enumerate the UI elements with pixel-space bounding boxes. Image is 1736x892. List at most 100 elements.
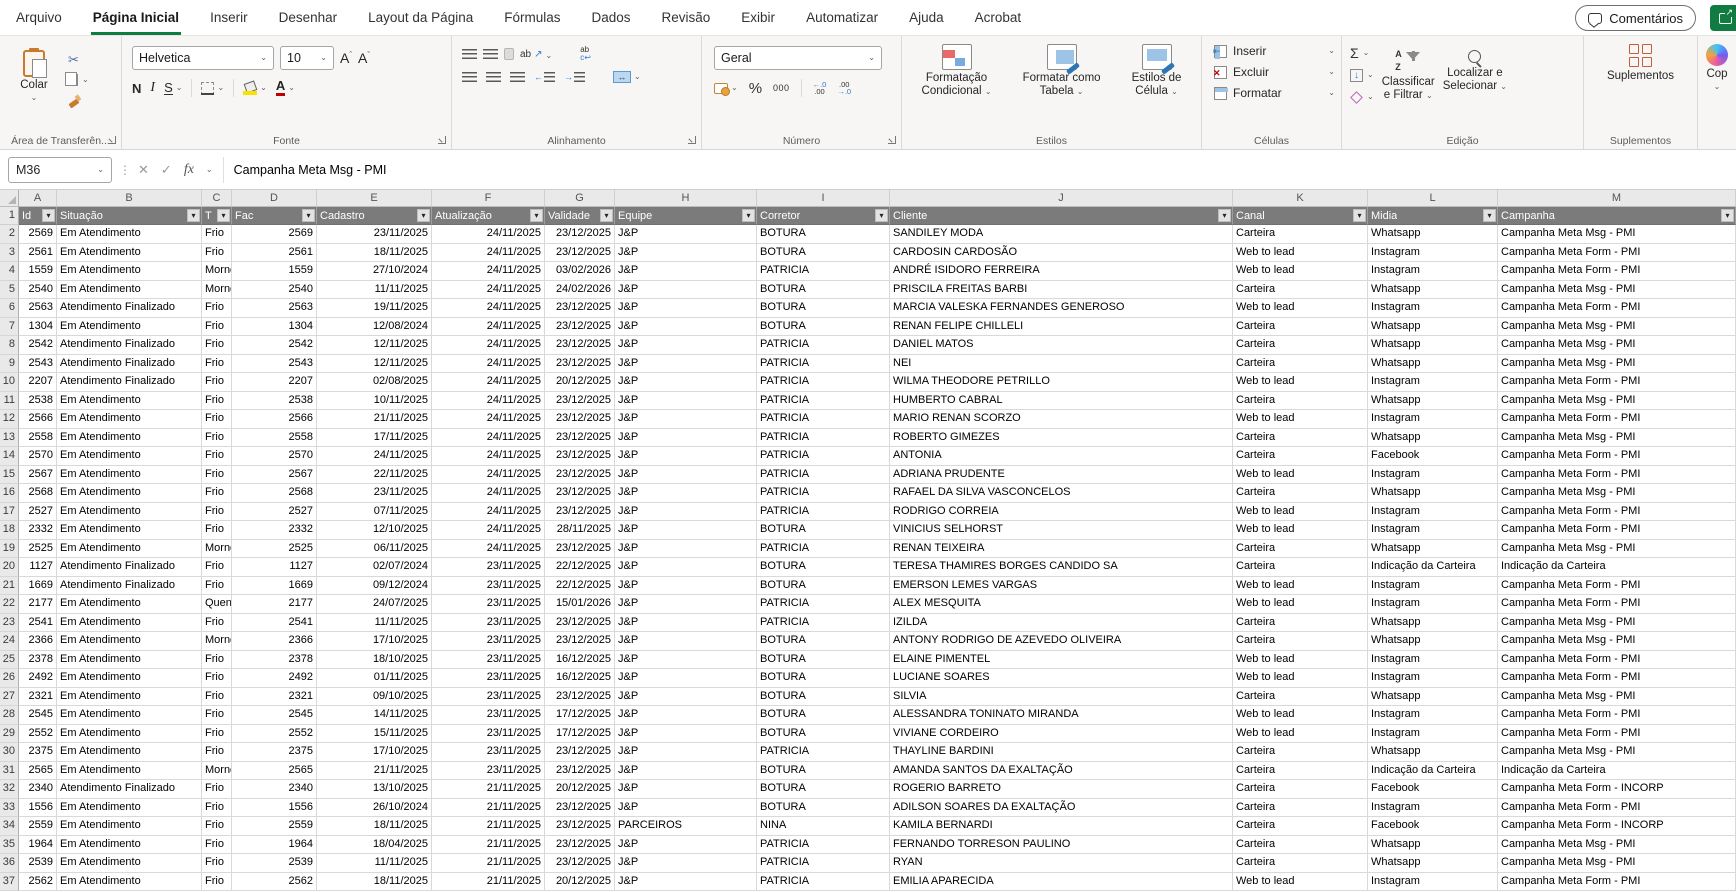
cell[interactable]: Campanha Meta Msg - PMI bbox=[1498, 280, 1736, 299]
cell[interactable]: Campanha Meta Msg - PMI bbox=[1498, 613, 1736, 632]
cell[interactable]: Em Atendimento bbox=[57, 447, 202, 466]
cell[interactable]: 23/11/2025 bbox=[432, 576, 545, 595]
cell[interactable]: 06/11/2025 bbox=[317, 539, 432, 558]
row-number[interactable]: 9 bbox=[0, 354, 19, 373]
cell[interactable]: 24/11/2025 bbox=[432, 354, 545, 373]
cell[interactable]: Atendimento Finalizado bbox=[57, 780, 202, 799]
cell[interactable]: 22/11/2025 bbox=[317, 465, 432, 484]
cell[interactable]: PATRICIA bbox=[757, 410, 890, 429]
comments-button[interactable]: Comentários bbox=[1575, 5, 1696, 31]
row-number[interactable]: 30 bbox=[0, 743, 19, 762]
cell[interactable]: Whatsapp bbox=[1368, 632, 1498, 651]
increase-font-size-button[interactable]: Aˆ bbox=[340, 50, 352, 66]
cell[interactable]: Instagram bbox=[1368, 872, 1498, 891]
cell[interactable]: Atendimento Finalizado bbox=[57, 558, 202, 577]
header-cell[interactable]: Validade ▾ bbox=[545, 207, 615, 225]
cell[interactable]: BOTURA bbox=[757, 798, 890, 817]
cell[interactable]: 12/11/2025 bbox=[317, 354, 432, 373]
cell[interactable]: PATRICIA bbox=[757, 502, 890, 521]
cell[interactable]: 10/11/2025 bbox=[317, 391, 432, 410]
cell[interactable]: J&P bbox=[615, 280, 757, 299]
copilot-button[interactable]: Cop ⌄ bbox=[1698, 36, 1736, 91]
tab-dados[interactable]: Dados bbox=[589, 0, 632, 35]
cell[interactable]: TERESA THAMIRES BORGES CANDIDO SA bbox=[890, 558, 1233, 577]
filter-dropdown-button[interactable]: ▾ bbox=[417, 209, 430, 222]
cell[interactable]: 21/11/2025 bbox=[432, 872, 545, 891]
cell[interactable]: 2569 bbox=[19, 225, 57, 244]
cell[interactable]: Web to lead bbox=[1233, 373, 1368, 392]
cell[interactable]: ADILSON SOARES DA EXALTAÇÃO bbox=[890, 798, 1233, 817]
cell[interactable]: 2525 bbox=[232, 539, 317, 558]
cell[interactable]: 23/12/2025 bbox=[545, 743, 615, 762]
cell[interactable]: 18/10/2025 bbox=[317, 650, 432, 669]
cell[interactable]: 23/11/2025 bbox=[432, 669, 545, 688]
cell[interactable]: BOTURA bbox=[757, 558, 890, 577]
cell[interactable]: Campanha Meta Msg - PMI bbox=[1498, 225, 1736, 244]
row-number[interactable]: 21 bbox=[0, 576, 19, 595]
cell[interactable]: Em Atendimento bbox=[57, 225, 202, 244]
cell[interactable]: 1964 bbox=[19, 835, 57, 854]
cell[interactable]: Quente bbox=[202, 595, 232, 614]
fill-color-button[interactable]: ⌄ bbox=[243, 82, 267, 95]
cell[interactable]: Carteira bbox=[1233, 391, 1368, 410]
cell[interactable]: Frio bbox=[202, 317, 232, 336]
cell[interactable]: 2366 bbox=[232, 632, 317, 651]
cell[interactable]: 24/11/2025 bbox=[432, 280, 545, 299]
cell[interactable]: 26/10/2024 bbox=[317, 798, 432, 817]
cell[interactable]: Frio bbox=[202, 817, 232, 836]
confirm-entry-button[interactable]: ✓ bbox=[161, 162, 172, 178]
cell[interactable]: 17/10/2025 bbox=[317, 632, 432, 651]
cell[interactable]: Campanha Meta Form - PMI bbox=[1498, 502, 1736, 521]
cell[interactable]: 23/12/2025 bbox=[545, 613, 615, 632]
cell[interactable]: 01/11/2025 bbox=[317, 669, 432, 688]
cell[interactable]: 24/02/2026 bbox=[545, 280, 615, 299]
cell[interactable]: J&P bbox=[615, 854, 757, 873]
cell[interactable]: 23/11/2025 bbox=[432, 743, 545, 762]
cell[interactable]: 12/10/2025 bbox=[317, 521, 432, 540]
cell[interactable]: PATRICIA bbox=[757, 354, 890, 373]
cell[interactable]: 1304 bbox=[232, 317, 317, 336]
cell[interactable]: 1559 bbox=[232, 262, 317, 281]
cell[interactable]: J&P bbox=[615, 798, 757, 817]
cell[interactable]: BOTURA bbox=[757, 650, 890, 669]
cell[interactable]: 20/12/2025 bbox=[545, 373, 615, 392]
cell[interactable]: Campanha Meta Msg - PMI bbox=[1498, 687, 1736, 706]
tab-revisao[interactable]: Revisão bbox=[660, 0, 713, 35]
cell[interactable]: 2552 bbox=[232, 724, 317, 743]
cell[interactable]: Em Atendimento bbox=[57, 391, 202, 410]
cell[interactable]: RYAN bbox=[890, 854, 1233, 873]
cell[interactable]: 2566 bbox=[19, 410, 57, 429]
cell[interactable]: NINA bbox=[757, 817, 890, 836]
cell[interactable]: 23/12/2025 bbox=[545, 225, 615, 244]
cell[interactable]: 2332 bbox=[232, 521, 317, 540]
cell[interactable]: Campanha Meta Msg - PMI bbox=[1498, 317, 1736, 336]
cell[interactable]: 2375 bbox=[19, 743, 57, 762]
row-number[interactable]: 13 bbox=[0, 428, 19, 447]
cell[interactable]: 24/11/2025 bbox=[432, 373, 545, 392]
cell[interactable]: SILVIA bbox=[890, 687, 1233, 706]
cell[interactable]: PATRICIA bbox=[757, 484, 890, 503]
cell[interactable]: Em Atendimento bbox=[57, 595, 202, 614]
tab-arquivo[interactable]: Arquivo bbox=[14, 0, 64, 35]
cell[interactable]: 23/12/2025 bbox=[545, 243, 615, 262]
row-number[interactable]: 33 bbox=[0, 798, 19, 817]
cell[interactable]: 24/11/2025 bbox=[432, 243, 545, 262]
cell[interactable]: Frio bbox=[202, 558, 232, 577]
header-cell[interactable]: Fac ▾ bbox=[232, 207, 317, 225]
cell[interactable]: 23/12/2025 bbox=[545, 761, 615, 780]
cell[interactable]: 23/11/2025 bbox=[317, 225, 432, 244]
cell[interactable]: Frio bbox=[202, 669, 232, 688]
cell[interactable]: Web to lead bbox=[1233, 410, 1368, 429]
cell[interactable]: 2378 bbox=[232, 650, 317, 669]
cell[interactable]: 18/04/2025 bbox=[317, 835, 432, 854]
cell[interactable]: 24/11/2025 bbox=[432, 262, 545, 281]
cell[interactable]: Atendimento Finalizado bbox=[57, 336, 202, 355]
cell[interactable]: Instagram bbox=[1368, 262, 1498, 281]
cell[interactable]: J&P bbox=[615, 613, 757, 632]
cell[interactable]: Whatsapp bbox=[1368, 225, 1498, 244]
cell[interactable]: 20/12/2025 bbox=[545, 780, 615, 799]
font-dialog-launcher[interactable] bbox=[438, 136, 446, 144]
fill-button[interactable]: ↓ ⌄ bbox=[1350, 67, 1374, 83]
header-cell[interactable]: Canal ▾ bbox=[1233, 207, 1368, 225]
cell[interactable]: Frio bbox=[202, 835, 232, 854]
